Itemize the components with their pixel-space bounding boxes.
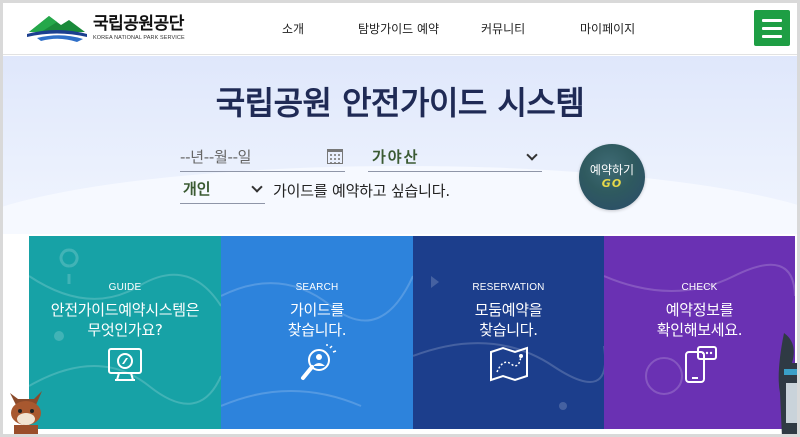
chevron-down-icon xyxy=(526,148,538,161)
bear-mascot-icon xyxy=(778,333,797,434)
reservation-type-value: 개인 xyxy=(183,180,211,198)
hamburger-menu-icon-bar xyxy=(762,26,782,30)
hamburger-menu-icon xyxy=(762,18,782,22)
card-guide-en: GUIDE xyxy=(108,282,142,293)
tablet-compass-icon xyxy=(108,348,142,381)
card-check-ko: 예약정보를 확인해보세요. xyxy=(656,301,743,339)
card-check[interactable]: CHECK 예약정보를 확인해보세요. xyxy=(604,236,795,429)
reserve-go-label: 예약하기 xyxy=(589,163,635,177)
feature-cards: GUIDE 안전가이드예약시스템은 무엇인가요? SEARCH 가이드를 찾습니… xyxy=(29,236,795,429)
reservation-type-select[interactable]: 개인 xyxy=(180,174,265,204)
date-picker-field[interactable]: --년--월--일 xyxy=(180,142,345,172)
reserve-go-sub: GO xyxy=(601,177,623,190)
reserve-go-button[interactable]: 예약하기 GO xyxy=(579,144,645,210)
guide-sentence: 가이드를 예약하고 싶습니다. xyxy=(273,182,450,200)
calendar-icon[interactable] xyxy=(327,149,343,164)
nav-item-guide-reservation[interactable]: 탐방가이드 예약 xyxy=(358,20,439,37)
logo-title: 국립공원공단 xyxy=(93,13,184,34)
fox-mascot-icon xyxy=(10,391,42,434)
magnifier-person-icon xyxy=(301,344,337,380)
mountain-select[interactable]: 가야산 xyxy=(368,142,542,172)
map-route-icon xyxy=(489,346,528,382)
site-logo[interactable]: 국립공원공단 KOREA NATIONAL PARK SERVICE xyxy=(27,9,202,47)
card-guide-ko: 안전가이드예약시스템은 무엇인가요? xyxy=(50,301,200,339)
hamburger-menu-button[interactable] xyxy=(754,10,790,46)
phone-chat-icon xyxy=(684,346,717,383)
page-title: 국립공원 안전가이드 시스템 xyxy=(215,84,585,122)
card-reservation[interactable]: RESERVATION 모둠예약을 찾습니다. xyxy=(413,236,604,429)
nav-item-community[interactable]: 커뮤니티 xyxy=(481,20,525,37)
logo-subtitle: KOREA NATIONAL PARK SERVICE xyxy=(93,34,185,41)
knps-logo-icon xyxy=(27,16,87,42)
site-header: 국립공원공단 KOREA NATIONAL PARK SERVICE 소개 탐방… xyxy=(3,3,797,55)
card-reservation-ko: 모둠예약을 찾습니다. xyxy=(474,301,543,339)
card-check-en: CHECK xyxy=(681,282,718,293)
nav-item-mypage[interactable]: 마이페이지 xyxy=(580,20,635,37)
card-search[interactable]: SEARCH 가이드를 찾습니다. xyxy=(221,236,413,429)
page-frame: 국립공원공단 KOREA NATIONAL PARK SERVICE 소개 탐방… xyxy=(0,0,800,437)
card-search-ko: 가이드를 찾습니다. xyxy=(287,301,347,339)
chevron-down-icon xyxy=(251,180,263,193)
hamburger-menu-icon-bar xyxy=(762,34,782,38)
mountain-select-value: 가야산 xyxy=(372,148,420,166)
card-guide[interactable]: GUIDE 안전가이드예약시스템은 무엇인가요? xyxy=(29,236,221,429)
hero-section: 국립공원 안전가이드 시스템 --년--월--일 가야산 개인 가이드를 예약하… xyxy=(3,56,797,234)
nav-item-intro[interactable]: 소개 xyxy=(282,20,304,37)
date-placeholder: --년--월--일 xyxy=(180,148,252,166)
card-reservation-en: RESERVATION xyxy=(472,282,545,293)
card-search-en: SEARCH xyxy=(295,282,339,293)
